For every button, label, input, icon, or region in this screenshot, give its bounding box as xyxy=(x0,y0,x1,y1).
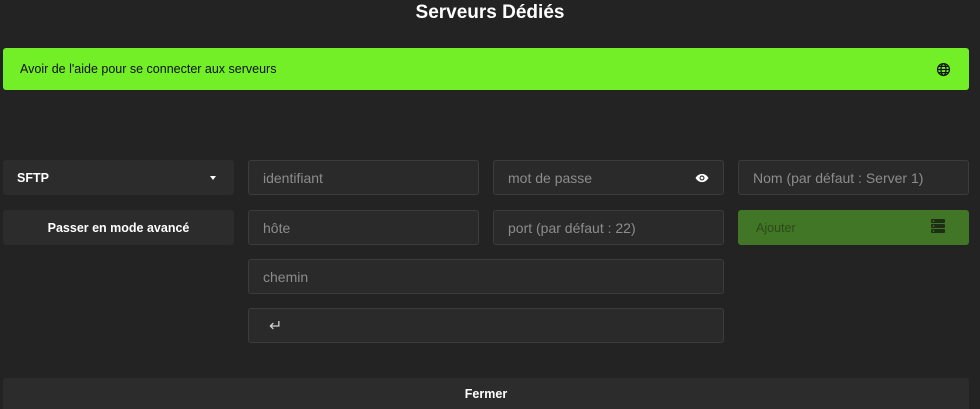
server-name-field[interactable] xyxy=(738,160,969,195)
add-server-label: Ajouter xyxy=(756,220,796,235)
page-title: Serveurs Dédiés xyxy=(415,2,565,23)
server-icon xyxy=(930,218,946,237)
add-server-button[interactable]: Ajouter xyxy=(738,210,969,245)
help-label: Avoir de l'aide pour se connecter aux se… xyxy=(20,62,277,76)
protocol-selected-value: SFTP xyxy=(17,170,49,185)
username-field[interactable] xyxy=(248,160,479,195)
host-input[interactable] xyxy=(263,219,464,236)
enter-icon: ↵ xyxy=(269,317,283,335)
close-button[interactable]: Fermer xyxy=(3,378,969,409)
submit-enter-button[interactable]: ↵ xyxy=(248,308,724,343)
protocol-select[interactable]: SFTP xyxy=(3,160,234,195)
path-input[interactable] xyxy=(263,268,709,285)
globe-icon xyxy=(936,62,951,77)
path-field[interactable] xyxy=(248,259,724,294)
eye-icon[interactable] xyxy=(695,171,709,185)
advanced-mode-button[interactable]: Passer en mode avancé xyxy=(3,210,234,245)
port-field[interactable] xyxy=(493,210,724,245)
host-field[interactable] xyxy=(248,210,479,245)
server-name-input[interactable] xyxy=(753,169,954,186)
port-input[interactable] xyxy=(508,219,709,236)
help-connect-banner[interactable]: Avoir de l'aide pour se connecter aux se… xyxy=(3,48,969,90)
username-input[interactable] xyxy=(263,169,464,186)
password-field[interactable] xyxy=(493,160,724,195)
password-input[interactable] xyxy=(508,169,695,186)
caret-down-icon xyxy=(210,175,216,180)
